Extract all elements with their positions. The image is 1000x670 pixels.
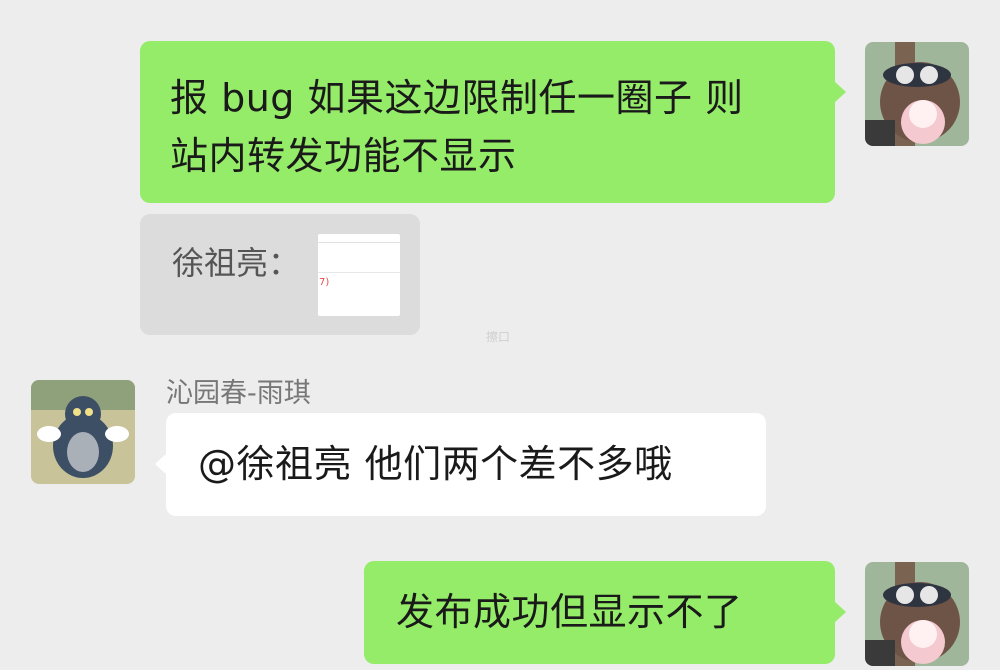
message-bubble[interactable]: 发布成功但显示不了 <box>364 561 846 664</box>
self-avatar[interactable] <box>865 42 969 146</box>
message-text-line: 站内转发功能不显示 <box>170 134 517 178</box>
message-text-line: 报 bug 如果这边限制任一圈子 则 <box>170 76 744 120</box>
message-text: @徐祖亮 他们两个差不多哦 <box>198 442 673 486</box>
message-bubble[interactable]: 报 bug 如果这边限制任一圈子 则 站内转发功能不显示 <box>140 41 846 203</box>
other-avatar[interactable] <box>31 380 135 484</box>
self-avatar[interactable] <box>865 562 969 666</box>
bear-avatar-icon <box>865 562 969 666</box>
message-bubble[interactable]: @徐祖亮 他们两个差不多哦 <box>155 413 766 516</box>
thumbnail-text: 7) <box>319 277 330 288</box>
cat-avatar-icon <box>31 380 135 484</box>
bear-avatar-icon <box>865 42 969 146</box>
sender-name: 沁园春-雨琪 <box>166 378 311 409</box>
quoted-image-thumbnail[interactable]: 7) <box>318 234 400 316</box>
faint-label: 擦口 <box>486 330 511 344</box>
quoted-message[interactable]: 徐祖亮： 7) <box>140 214 420 335</box>
message-text: 发布成功但显示不了 <box>396 590 743 634</box>
quote-sender: 徐祖亮： <box>172 244 301 282</box>
